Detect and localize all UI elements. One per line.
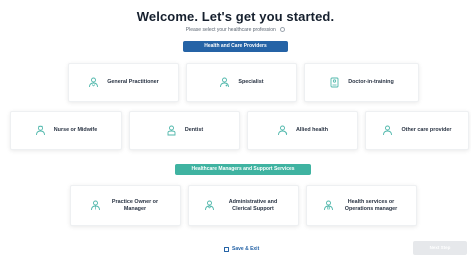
profession-card-administrative-support[interactable]: Administrative and Clerical Support [188,185,299,226]
profession-card-practice-owner[interactable]: Practice Owner or Manager [70,185,181,226]
nurse-icon [35,125,46,136]
profession-card-doctor-in-training[interactable]: Doctor-in-training [304,63,419,102]
profession-label: General Practitioner [107,79,159,85]
profession-card-operations-manager[interactable]: Health services or Operations manager [306,185,417,226]
profession-label: Nurse or Midwife [53,127,98,133]
save-exit-label: Save & Exit [232,246,260,252]
profession-card-general-practitioner[interactable]: General Practitioner [68,63,179,102]
section-label-providers: Health and Care Providers [183,41,288,52]
profession-label: Doctor-in-training [348,79,394,85]
section-label-managers: Healthcare Managers and Support Services [175,164,311,175]
admin-icon [204,200,215,211]
profession-label: Dentist [184,127,204,133]
specialist-icon [219,77,230,88]
profession-label: Allied health [295,127,329,133]
page-title: Welcome. Let's get you started. [136,9,335,24]
subtitle-text: Please select your healthcare profession [185,27,276,33]
subtitle-row: Please select your healthcare profession [0,27,471,33]
next-step-button[interactable]: Next Step [413,241,467,255]
profession-card-allied-health[interactable]: Allied health [247,111,358,150]
dentist-icon [166,125,177,136]
profession-card-dentist[interactable]: Dentist [129,111,240,150]
profession-label: Other care provider [401,127,452,133]
profession-label: Health services or Operations manager [344,198,398,212]
manager-icon [90,200,101,211]
trainee-doctor-icon [329,77,340,88]
profession-label: Practice Owner or Manager [111,198,159,212]
save-exit-button[interactable]: Save & Exit [224,246,259,252]
profession-card-nurse-or-midwife[interactable]: Nurse or Midwife [10,111,122,150]
info-icon[interactable] [280,27,286,33]
profession-card-specialist[interactable]: Specialist [186,63,297,102]
care-provider-icon [382,125,393,136]
operations-icon [323,200,334,211]
doctor-icon [88,77,99,88]
profession-label: Specialist [238,79,264,85]
profession-label: Administrative and Clerical Support [228,198,278,212]
allied-health-icon [277,125,288,136]
profession-card-other-care-provider[interactable]: Other care provider [365,111,469,150]
save-icon [224,246,229,252]
